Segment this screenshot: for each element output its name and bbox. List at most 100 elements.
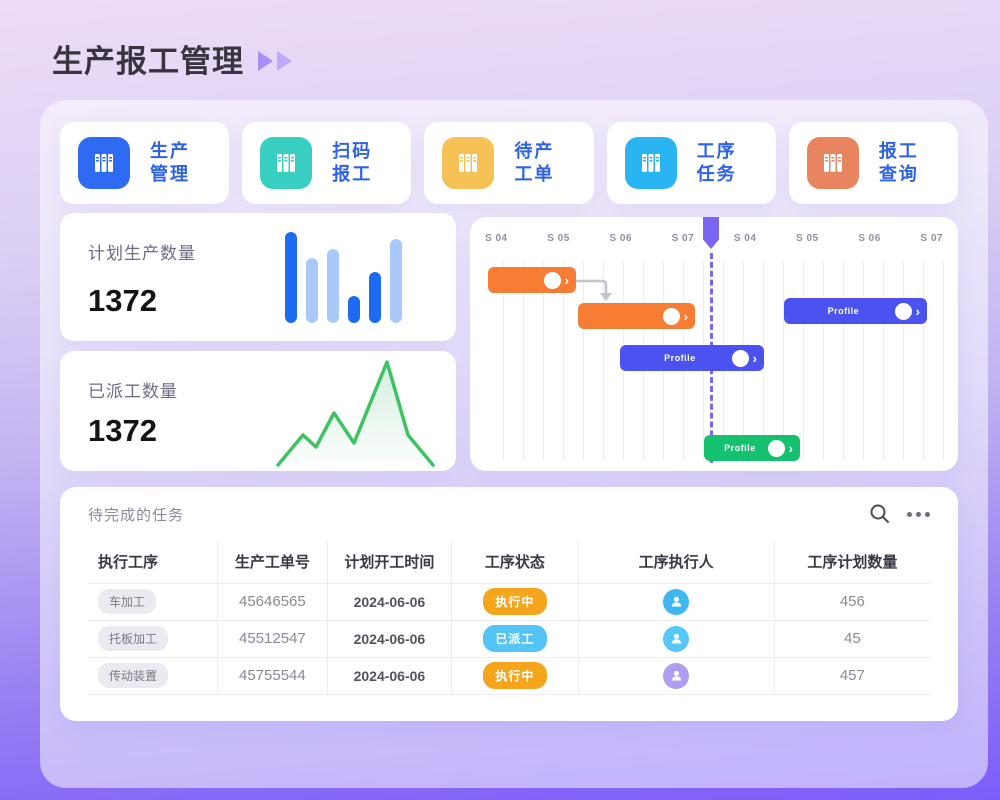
nav-item-label: 待产工单	[514, 140, 554, 187]
table-header-row: 执行工序生产工单号计划开工时间工序状态工序执行人工序计划数量	[88, 541, 930, 583]
task-row[interactable]: 车加工 456465652024-06-06 执行中 456	[88, 583, 930, 620]
column-header: 工序执行人	[578, 541, 774, 583]
chevron-right-icon: ›	[753, 352, 759, 365]
arrow-right-icon	[258, 51, 273, 71]
nav-item-label: 生产管理	[150, 140, 190, 187]
chevron-right-icon: ›	[789, 442, 795, 455]
tasks-table: 执行工序生产工单号计划开工时间工序状态工序执行人工序计划数量 车加工 456465…	[88, 541, 930, 695]
chevron-right-icon: ›	[916, 305, 922, 318]
gantt-axis-label: S 04	[734, 233, 757, 244]
nav-item-pending-work-orders[interactable]: 待产工单	[424, 122, 593, 204]
nav-item-label: 报工查询	[879, 140, 919, 187]
bar	[285, 232, 297, 323]
plan-quantity-cell: 457	[774, 657, 930, 694]
executor-avatar[interactable]	[663, 626, 689, 652]
books-icon	[625, 137, 677, 189]
gantt-task-bar[interactable]: Profile ›	[704, 435, 800, 461]
executor-avatar[interactable]	[663, 663, 689, 689]
plan-start-cell: 2024-06-06	[327, 583, 452, 620]
nav-item-label: 工序任务	[697, 140, 737, 187]
bar	[306, 258, 318, 323]
content-grid: 计划生产数量 1372 已派工数量 1372	[60, 213, 958, 471]
books-icon	[442, 137, 494, 189]
gantt-task-bar[interactable]: Profile ›	[620, 345, 764, 371]
nav-item-process-tasks[interactable]: 工序任务	[607, 122, 776, 204]
order-number-cell: 45646565	[218, 583, 327, 620]
gantt-axis-label: S 07	[920, 233, 943, 244]
task-row[interactable]: 传动装置 457555442024-06-06 执行中 457	[88, 657, 930, 694]
books-icon	[807, 137, 859, 189]
gantt-axis-label: S 04	[485, 233, 508, 244]
gantt-axis-label: S 05	[796, 233, 819, 244]
gantt-task-label: Profile	[628, 353, 732, 363]
books-icon	[260, 137, 312, 189]
assignee-dot	[895, 303, 912, 320]
tasks-card: 待完成的任务 执行工序生产工单号计划开工时间工序状态工序执行人工序计划数量 车加…	[60, 487, 958, 721]
order-number-cell: 45512547	[218, 620, 327, 657]
assignee-dot	[732, 350, 749, 367]
page-header: 生产报工管理	[52, 36, 292, 81]
gantt-chart: S 04S 05S 06S 07S 04S 05S 06S 07 ››Profi…	[470, 217, 958, 471]
gantt-axis-label: S 06	[609, 233, 632, 244]
gantt-task-bar[interactable]: ›	[578, 303, 695, 329]
arrow-right-icon	[277, 51, 292, 71]
assignee-dot	[544, 272, 561, 289]
plan-start-cell: 2024-06-06	[327, 657, 452, 694]
plan-start-cell: 2024-06-06	[327, 620, 452, 657]
dependency-arrow-icon	[574, 273, 620, 307]
stat-title: 计划生产数量	[88, 239, 196, 264]
column-header: 工序状态	[452, 541, 578, 583]
process-badge: 车加工	[98, 589, 156, 614]
double-arrow-icon	[258, 51, 292, 71]
bar	[348, 296, 360, 323]
chevron-right-icon: ›	[565, 274, 571, 287]
status-badge: 执行中	[483, 662, 547, 689]
gantt-axis-label: S 07	[672, 233, 695, 244]
tasks-title: 待完成的任务	[88, 504, 184, 525]
stat-value: 1372	[88, 283, 157, 319]
process-badge: 传动装置	[98, 663, 168, 688]
gantt-task-label: Profile	[792, 306, 895, 316]
nav-row: 生产管理 扫码报工 待产工单 工序任务 报工查询	[60, 122, 958, 204]
bar	[327, 249, 339, 323]
bar	[369, 272, 381, 323]
status-badge: 执行中	[483, 588, 547, 615]
assignee-dot	[663, 308, 680, 325]
gantt-task-bar[interactable]: ›	[488, 267, 576, 293]
executor-avatar[interactable]	[663, 589, 689, 615]
gantt-task-label: Profile	[712, 443, 768, 453]
order-number-cell: 45755544	[218, 657, 327, 694]
column-header: 工序计划数量	[774, 541, 930, 583]
bar-chart	[285, 231, 402, 323]
task-row[interactable]: 托板加工 455125472024-06-06 已派工 45	[88, 620, 930, 657]
process-badge: 托板加工	[98, 626, 168, 651]
page-title: 生产报工管理	[52, 36, 244, 81]
tasks-card-header: 待完成的任务	[88, 487, 930, 541]
column-header: 执行工序	[88, 541, 218, 583]
books-icon	[78, 137, 130, 189]
nav-item-report-query[interactable]: 报工查询	[789, 122, 958, 204]
more-icon[interactable]	[907, 512, 930, 517]
stat-card-planned-quantity: 计划生产数量 1372	[60, 213, 456, 341]
nav-item-production-management[interactable]: 生产管理	[60, 122, 229, 204]
assignee-dot	[768, 440, 785, 457]
chevron-right-icon: ›	[684, 310, 690, 323]
nav-item-label: 扫码报工	[332, 140, 372, 187]
gantt-axis-label: S 05	[547, 233, 570, 244]
column-header: 生产工单号	[218, 541, 327, 583]
nav-item-scan-report[interactable]: 扫码报工	[242, 122, 411, 204]
line-chart	[60, 353, 456, 471]
plan-quantity-cell: 45	[774, 620, 930, 657]
gantt-axis-label: S 06	[858, 233, 881, 244]
plan-quantity-cell: 456	[774, 583, 930, 620]
tasks-toolbar	[869, 503, 930, 525]
stats-column: 计划生产数量 1372 已派工数量 1372	[60, 213, 456, 471]
status-badge: 已派工	[483, 625, 547, 652]
bar	[390, 239, 402, 323]
main-panel: 生产管理 扫码报工 待产工单 工序任务 报工查询 计划生产数量 1372 已派工数量 1…	[40, 100, 988, 788]
search-icon[interactable]	[869, 503, 891, 525]
column-header: 计划开工时间	[327, 541, 452, 583]
stat-card-dispatched-quantity: 已派工数量 1372	[60, 351, 456, 471]
gantt-task-bar[interactable]: Profile ›	[784, 298, 927, 324]
today-marker-pin[interactable]	[703, 217, 719, 249]
